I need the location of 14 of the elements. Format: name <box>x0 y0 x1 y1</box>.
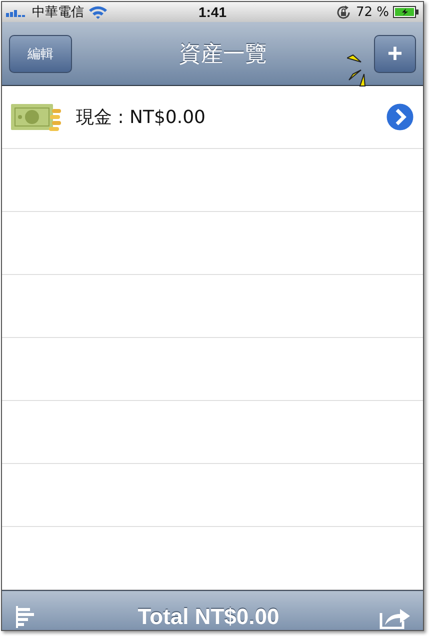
rotation-lock-icon <box>334 4 352 20</box>
total-amount: Total NT$0.00 <box>136 604 280 630</box>
clock-time: 1:41 <box>198 4 227 20</box>
money-icon <box>10 101 62 133</box>
asset-label: 現金 : NT$0.00 <box>76 106 206 129</box>
battery-icon <box>393 6 419 18</box>
edit-button[interactable]: 編輯 <box>9 34 72 72</box>
wifi-icon <box>88 5 108 19</box>
disclosure-icon[interactable] <box>385 102 415 132</box>
signal-icon <box>6 7 28 17</box>
add-button[interactable]: + <box>374 34 416 72</box>
nav-title: 資産一覽 <box>178 40 268 68</box>
battery-percent: 72 % <box>356 4 389 20</box>
carrier-name: 中華電信 <box>32 4 84 21</box>
